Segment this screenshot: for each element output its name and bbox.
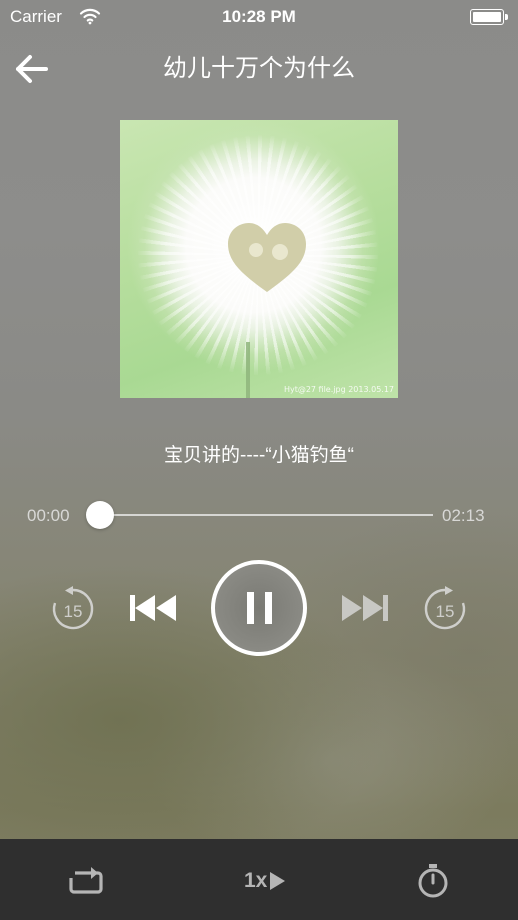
progress-thumb[interactable]	[86, 501, 114, 529]
pause-button[interactable]	[210, 559, 308, 657]
arrow-left-icon	[16, 55, 48, 83]
playback-speed-button[interactable]: 1x	[244, 867, 296, 895]
previous-track-icon	[130, 595, 176, 621]
speed-label: 1x	[244, 869, 268, 892]
stopwatch-icon	[418, 864, 448, 898]
battery-icon	[470, 9, 508, 25]
cover-watermark: Hyt@27 file.jpg 2013.05.17	[283, 385, 394, 394]
rewind-15-button[interactable]: 15	[50, 586, 96, 632]
next-track-button[interactable]	[338, 592, 390, 624]
dandelion-stem	[246, 342, 250, 398]
progress-slider[interactable]: 00:00 02:13	[0, 500, 518, 530]
clock: 10:28 PM	[222, 7, 296, 26]
page-title: 幼儿十万个为什么	[163, 55, 355, 82]
heart-shape	[228, 223, 306, 292]
rewind-seconds: 15	[64, 602, 83, 621]
playback-controls: 15 15	[0, 555, 518, 659]
current-time: 00:00	[27, 506, 70, 525]
total-time: 02:13	[442, 506, 485, 525]
play-arrow-icon	[270, 872, 286, 890]
next-track-icon	[342, 595, 388, 621]
status-bar: Carrier 10:28 PM	[0, 0, 518, 34]
album-cover: Hyt@27 file.jpg 2013.05.17	[120, 120, 398, 398]
progress-track[interactable]	[100, 514, 433, 516]
sleep-timer-button[interactable]	[416, 863, 450, 899]
rewind-15-icon: 15	[52, 586, 94, 630]
back-button[interactable]	[14, 52, 50, 86]
previous-track-button[interactable]	[128, 592, 180, 624]
bottom-toolbar: 1x	[0, 839, 518, 920]
forward-15-button[interactable]: 15	[422, 586, 468, 632]
forward-seconds: 15	[436, 602, 455, 621]
track-title: 宝贝讲的----“小猫钓鱼“	[164, 445, 354, 466]
forward-15-icon: 15	[424, 586, 466, 630]
repeat-button[interactable]	[67, 866, 105, 896]
repeat-icon	[69, 867, 103, 894]
